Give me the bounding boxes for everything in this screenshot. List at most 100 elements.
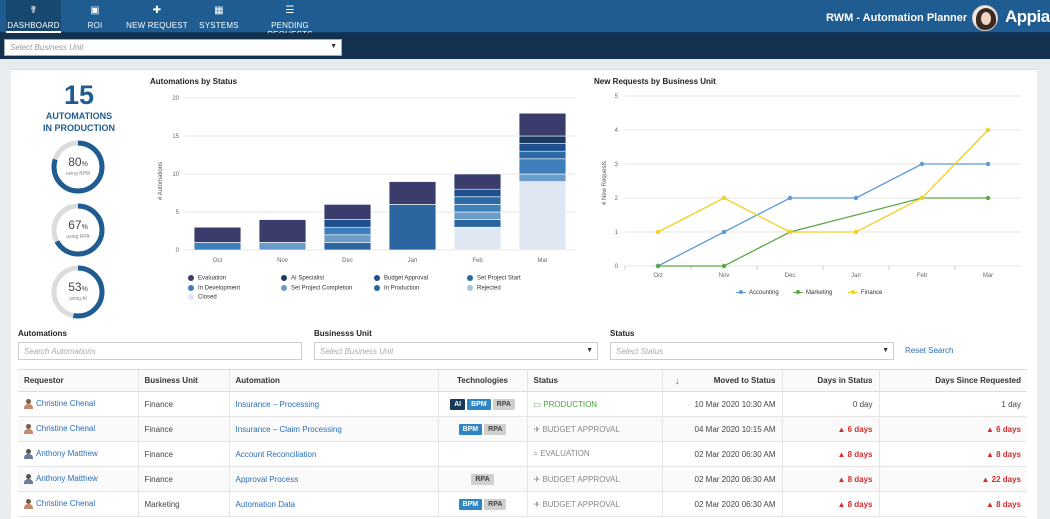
days-in-status-cell: ▲ 8 days bbox=[781, 441, 879, 467]
requestor-link[interactable]: Anthony Matthew bbox=[36, 474, 98, 483]
requestor-link[interactable]: Christine Chenal bbox=[36, 424, 95, 433]
data-point[interactable] bbox=[787, 229, 793, 235]
bar-segment[interactable] bbox=[388, 204, 437, 251]
bar-segment[interactable] bbox=[388, 181, 437, 205]
bar-segment[interactable] bbox=[323, 219, 372, 228]
data-point[interactable] bbox=[985, 127, 991, 133]
business-unit-select[interactable]: Select Business Unit ▼ bbox=[4, 39, 342, 56]
bar-segment[interactable] bbox=[453, 211, 502, 220]
bar-chart-ylabel: # Automations bbox=[158, 161, 164, 200]
automation-link[interactable]: Automation Data bbox=[236, 500, 296, 509]
legend-item[interactable]: Evaluation bbox=[188, 275, 226, 282]
bar-segment[interactable] bbox=[453, 226, 502, 251]
requestor-link[interactable]: Christine Chenal bbox=[36, 499, 95, 508]
data-point[interactable] bbox=[721, 229, 727, 235]
data-point[interactable] bbox=[721, 263, 727, 269]
data-point[interactable] bbox=[985, 161, 991, 167]
technologies-cell: AI BPM RPA bbox=[437, 391, 527, 417]
bar-segment[interactable] bbox=[323, 204, 372, 220]
data-point[interactable] bbox=[853, 195, 859, 201]
automations-table: Requestor Business Unit Automation Techn… bbox=[18, 369, 1027, 517]
bar-segment[interactable] bbox=[518, 181, 567, 251]
app-title-menu[interactable]: RWM - Automation Planner▼ bbox=[826, 12, 978, 24]
automation-link[interactable]: Approval Process bbox=[236, 475, 299, 484]
col-business-unit[interactable]: Business Unit bbox=[137, 369, 229, 392]
data-point[interactable] bbox=[655, 263, 661, 269]
legend-item[interactable]: Set Project Start bbox=[467, 275, 521, 282]
bar-segment[interactable] bbox=[518, 150, 567, 160]
status-filter-select[interactable]: Select Status ▼ bbox=[610, 342, 894, 360]
bar-segment[interactable] bbox=[323, 234, 372, 243]
automation-link[interactable]: Insurance – Claim Processing bbox=[236, 425, 342, 434]
search-automations-input[interactable]: Search Automations bbox=[18, 342, 302, 360]
overdue-warning: ▲ 6 days bbox=[837, 424, 873, 434]
user-avatar[interactable] bbox=[972, 5, 998, 31]
top-nav-bar: ☤ DASHBOARD ▣ ROI ✚ NEW REQUEST ▦ SYSTEM… bbox=[0, 0, 1050, 39]
data-point[interactable] bbox=[919, 161, 925, 167]
bar-segment[interactable] bbox=[453, 188, 502, 198]
col-days-since-requested[interactable]: Days Since Requested bbox=[878, 369, 1027, 392]
bar-segment[interactable] bbox=[518, 173, 567, 182]
table-row[interactable]: Anthony Matthew Finance Approval Process RP… bbox=[18, 466, 1027, 492]
table-row[interactable]: Christine Chenal Finance Insurance – Claim… bbox=[18, 416, 1027, 442]
table-row[interactable]: Christine Chenal Finance Insurance – Proce… bbox=[18, 391, 1027, 417]
col-days-in-status[interactable]: Days in Status bbox=[781, 369, 879, 392]
y-tick-label: 4 bbox=[615, 128, 619, 134]
technologies-cell bbox=[437, 441, 527, 467]
table-row[interactable]: Christine Chenal Marketing Automation Data… bbox=[18, 491, 1027, 517]
bar-segment[interactable] bbox=[518, 135, 567, 144]
automation-cell: Insurance – Processing bbox=[228, 391, 438, 417]
legend-item[interactable]: Budget Approval bbox=[374, 275, 428, 282]
bar-segment[interactable] bbox=[258, 219, 307, 243]
col-requestor[interactable]: Requestor bbox=[18, 369, 138, 392]
legend-item[interactable]: In Development bbox=[188, 284, 240, 291]
table-row[interactable]: Anthony Matthew Finance Account Reconcilia… bbox=[18, 441, 1027, 467]
legend-item[interactable]: Accounting bbox=[736, 289, 779, 296]
col-status[interactable]: Status bbox=[526, 369, 662, 392]
nav-roi[interactable]: ▣ ROI bbox=[70, 0, 120, 33]
automation-cell: Automation Data bbox=[228, 491, 438, 517]
moved-to-status-cell: 10 Mar 2020 10:30 AM bbox=[661, 391, 782, 417]
legend-item[interactable]: Rejected bbox=[467, 284, 501, 291]
business-unit-filter-select[interactable]: Select Business Unit ▼ bbox=[314, 342, 598, 360]
nav-new-request[interactable]: ✚ NEW REQUEST bbox=[126, 0, 188, 33]
legend-item[interactable]: Marketing bbox=[793, 289, 832, 296]
requestor-link[interactable]: Christine Chenal bbox=[36, 399, 95, 408]
data-point[interactable] bbox=[721, 195, 727, 201]
automation-link[interactable]: Insurance – Processing bbox=[236, 400, 320, 409]
data-point[interactable] bbox=[655, 229, 661, 235]
col-automation[interactable]: Automation bbox=[228, 369, 438, 392]
bar-segment[interactable] bbox=[323, 242, 372, 251]
data-point[interactable] bbox=[787, 195, 793, 201]
bar-segment[interactable] bbox=[193, 242, 242, 251]
bar-segment[interactable] bbox=[518, 112, 567, 137]
automation-link[interactable]: Account Reconciliation bbox=[236, 450, 317, 459]
legend-item[interactable]: Set Project Completion bbox=[281, 284, 352, 291]
reset-search-link[interactable]: Reset Search bbox=[905, 346, 953, 355]
bar-segment[interactable] bbox=[258, 242, 307, 251]
bar-segment[interactable] bbox=[453, 196, 502, 205]
data-point[interactable] bbox=[853, 229, 859, 235]
bar-segment[interactable] bbox=[518, 143, 567, 152]
data-point[interactable] bbox=[919, 195, 925, 201]
bar-segment[interactable] bbox=[453, 219, 502, 228]
y-tick-label: 15 bbox=[172, 134, 179, 140]
nav-pending-requests[interactable]: ☰ PENDING REQUESTS bbox=[252, 0, 328, 39]
bar-segment[interactable] bbox=[453, 173, 502, 190]
bar-segment[interactable] bbox=[323, 226, 372, 236]
legend-item[interactable]: Finance bbox=[848, 289, 882, 296]
sort-desc-icon[interactable]: ↓ bbox=[675, 376, 680, 386]
data-point[interactable] bbox=[985, 195, 991, 201]
legend-item[interactable]: In Production bbox=[374, 284, 419, 291]
bar-segment[interactable] bbox=[453, 204, 502, 213]
col-technologies[interactable]: Technologies bbox=[437, 369, 527, 392]
legend-item[interactable]: Closed bbox=[188, 294, 217, 301]
status-badge: ✈ BUDGET APPROVAL bbox=[533, 474, 620, 484]
bar-segment[interactable] bbox=[518, 158, 567, 175]
bar-segment[interactable] bbox=[193, 226, 242, 243]
nav-dashboard[interactable]: ☤ DASHBOARD bbox=[6, 0, 61, 33]
col-moved-to-status[interactable]: Moved to Status bbox=[661, 369, 782, 392]
legend-item[interactable]: AI Specialist bbox=[281, 275, 324, 282]
nav-systems[interactable]: ▦ SYSTEMS bbox=[196, 0, 242, 33]
requestor-link[interactable]: Anthony Matthew bbox=[36, 449, 98, 458]
